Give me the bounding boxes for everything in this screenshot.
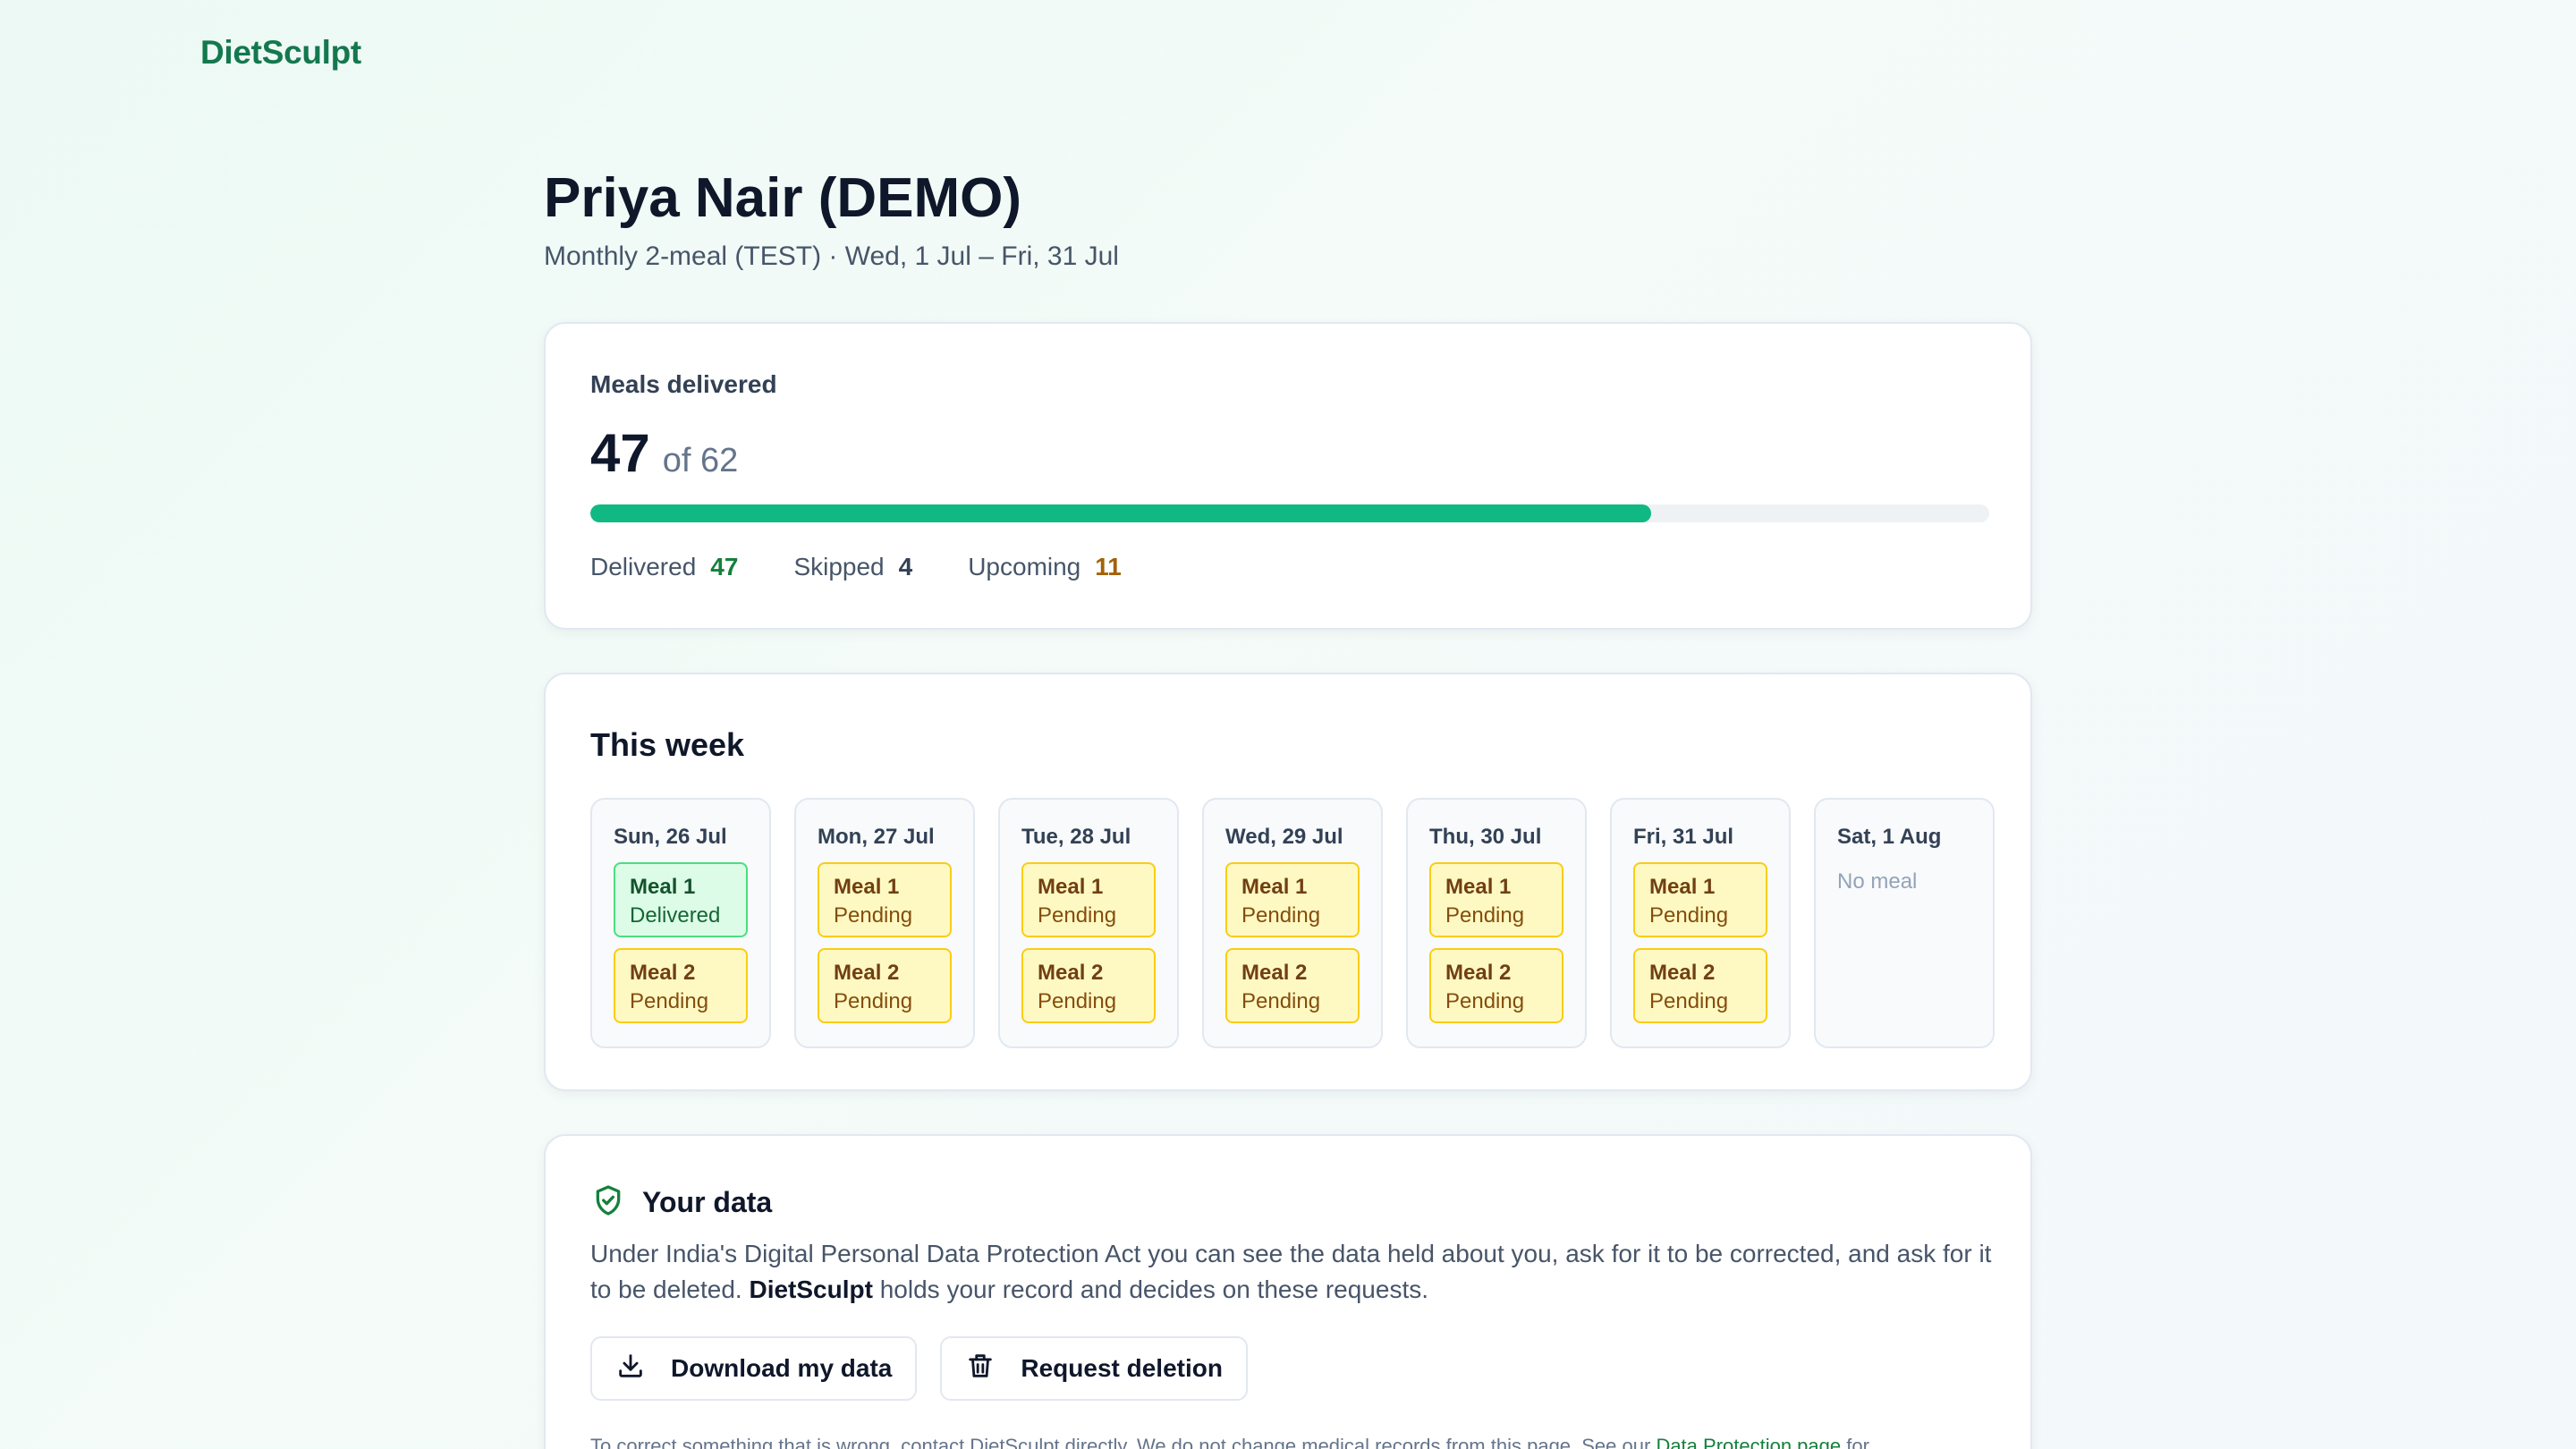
data-rights-text: Under India's Digital Personal Data Prot…: [590, 1236, 1995, 1308]
meal-status: Pending: [1241, 989, 1321, 1013]
day-column-wed: Wed, 29 Jul Meal 1 Pending Meal 2 Pendin…: [1202, 798, 1383, 1048]
stats-row: Delivered 47 Skipped 4 Upcoming 11: [590, 553, 1122, 581]
meals-count: 47 of 62: [590, 422, 738, 484]
data-actions: Download my data Request deletion: [590, 1336, 1248, 1401]
meal-name: Meal 1: [834, 875, 900, 899]
meal-chip-delivered[interactable]: Meal 1 Delivered: [614, 862, 748, 937]
day-column-sat: Sat, 1 Aug No meal: [1814, 798, 1995, 1048]
meal-name: Meal 1: [1649, 875, 1716, 899]
data-footnote: To correct something that is wrong, cont…: [590, 1435, 2004, 1449]
meal-status: Pending: [1241, 903, 1321, 928]
meal-name: Meal 2: [834, 961, 900, 985]
this-week-card: This week Sun, 26 Jul Meal 1 Delivered M…: [544, 673, 2032, 1091]
progress-fill: [590, 504, 1651, 522]
day-label: Thu, 30 Jul: [1429, 825, 1542, 849]
meal-name: Meal 2: [1241, 961, 1308, 985]
brand-logo[interactable]: DietSculpt: [200, 34, 361, 72]
plan-subtitle: Monthly 2-meal (TEST) · Wed, 1 Jul – Fri…: [544, 242, 1119, 271]
meals-delivered-card: Meals delivered 47 of 62 Delivered 47 Skip…: [544, 322, 2032, 630]
request-deletion-button[interactable]: Request deletion: [940, 1336, 1248, 1401]
meal-name: Meal 1: [1241, 875, 1308, 899]
day-column-thu: Thu, 30 Jul Meal 1 Pending Meal 2 Pendin…: [1406, 798, 1587, 1048]
stat-value: 4: [898, 553, 913, 580]
your-data-card: Your data Under India's Digital Personal…: [544, 1134, 2032, 1449]
stat-label: Upcoming: [968, 553, 1081, 580]
meal-chip-pending[interactable]: Meal 1 Pending: [1429, 862, 1563, 937]
meal-chip-pending[interactable]: Meal 1 Pending: [1633, 862, 1767, 937]
delivered-count: 47: [590, 423, 650, 483]
meal-status: Pending: [1445, 903, 1525, 928]
stat-upcoming: Upcoming 11: [968, 553, 1122, 581]
trash-icon: [965, 1351, 1021, 1387]
your-data-title: Your data: [642, 1186, 773, 1218]
stat-skipped: Skipped 4: [793, 553, 912, 581]
day-label: Fri, 31 Jul: [1633, 825, 1734, 849]
download-data-label: Download my data: [671, 1354, 893, 1382]
meal-name: Meal 2: [1649, 961, 1716, 985]
progress-bar: [590, 504, 1989, 522]
meal-name: Meal 1: [630, 875, 696, 899]
meal-chip-pending[interactable]: Meal 1 Pending: [1225, 862, 1360, 937]
no-meal-text: No meal: [1837, 869, 1918, 894]
meal-chip-pending[interactable]: Meal 2 Pending: [614, 948, 748, 1023]
download-data-button[interactable]: Download my data: [590, 1336, 918, 1401]
your-data-header: Your data: [590, 1182, 772, 1223]
meal-name: Meal 2: [1038, 961, 1104, 985]
day-column-mon: Mon, 27 Jul Meal 1 Pending Meal 2 Pendin…: [794, 798, 975, 1048]
meal-chip-pending[interactable]: Meal 2 Pending: [1633, 948, 1767, 1023]
stat-value: 11: [1095, 553, 1122, 580]
meal-status: Pending: [834, 989, 913, 1013]
meal-chip-pending[interactable]: Meal 2 Pending: [1021, 948, 1156, 1023]
meal-name: Meal 1: [1445, 875, 1512, 899]
week-title: This week: [590, 726, 745, 763]
shield-check-icon: [590, 1182, 626, 1223]
day-label: Sat, 1 Aug: [1837, 825, 1942, 849]
footnote-text: To correct something that is wrong, cont…: [590, 1435, 1657, 1449]
day-label: Wed, 29 Jul: [1225, 825, 1343, 849]
page-title: Priya Nair (DEMO): [544, 167, 1022, 229]
day-column-fri: Fri, 31 Jul Meal 1 Pending Meal 2 Pendin…: [1610, 798, 1791, 1048]
data-text-brand: DietSculpt: [749, 1275, 873, 1303]
meal-status: Pending: [834, 903, 913, 928]
data-protection-link[interactable]: Data Protection page: [1656, 1435, 1841, 1449]
meal-chip-pending[interactable]: Meal 1 Pending: [1021, 862, 1156, 937]
meal-status: Pending: [1445, 989, 1525, 1013]
day-column-tue: Tue, 28 Jul Meal 1 Pending Meal 2 Pendin…: [998, 798, 1179, 1048]
meal-chip-pending[interactable]: Meal 2 Pending: [818, 948, 952, 1023]
meal-status: Pending: [630, 989, 709, 1013]
day-label: Tue, 28 Jul: [1021, 825, 1131, 849]
stat-label: Delivered: [590, 553, 697, 580]
data-text-part: holds your record and decides on these r…: [872, 1275, 1428, 1303]
meal-status: Pending: [1649, 989, 1729, 1013]
meal-status: Pending: [1649, 903, 1729, 928]
total-count: of 62: [662, 442, 739, 479]
day-label: Sun, 26 Jul: [614, 825, 727, 849]
footnote-text: for: [1841, 1435, 1869, 1449]
meal-name: Meal 2: [630, 961, 696, 985]
request-deletion-label: Request deletion: [1021, 1354, 1223, 1382]
stat-delivered: Delivered 47: [590, 553, 738, 581]
meal-status: Pending: [1038, 989, 1117, 1013]
meal-status: Pending: [1038, 903, 1117, 928]
download-icon: [615, 1351, 671, 1387]
meal-chip-pending[interactable]: Meal 2 Pending: [1429, 948, 1563, 1023]
stat-value: 47: [710, 553, 739, 580]
meal-name: Meal 2: [1445, 961, 1512, 985]
day-label: Mon, 27 Jul: [818, 825, 935, 849]
meals-delivered-label: Meals delivered: [590, 370, 777, 398]
day-column-sun: Sun, 26 Jul Meal 1 Delivered Meal 2 Pend…: [590, 798, 771, 1048]
meal-status: Delivered: [630, 903, 721, 928]
meal-name: Meal 1: [1038, 875, 1104, 899]
stat-label: Skipped: [793, 553, 885, 580]
meal-chip-pending[interactable]: Meal 2 Pending: [1225, 948, 1360, 1023]
day-columns: Sun, 26 Jul Meal 1 Delivered Meal 2 Pend…: [590, 798, 1995, 1048]
meal-chip-pending[interactable]: Meal 1 Pending: [818, 862, 952, 937]
